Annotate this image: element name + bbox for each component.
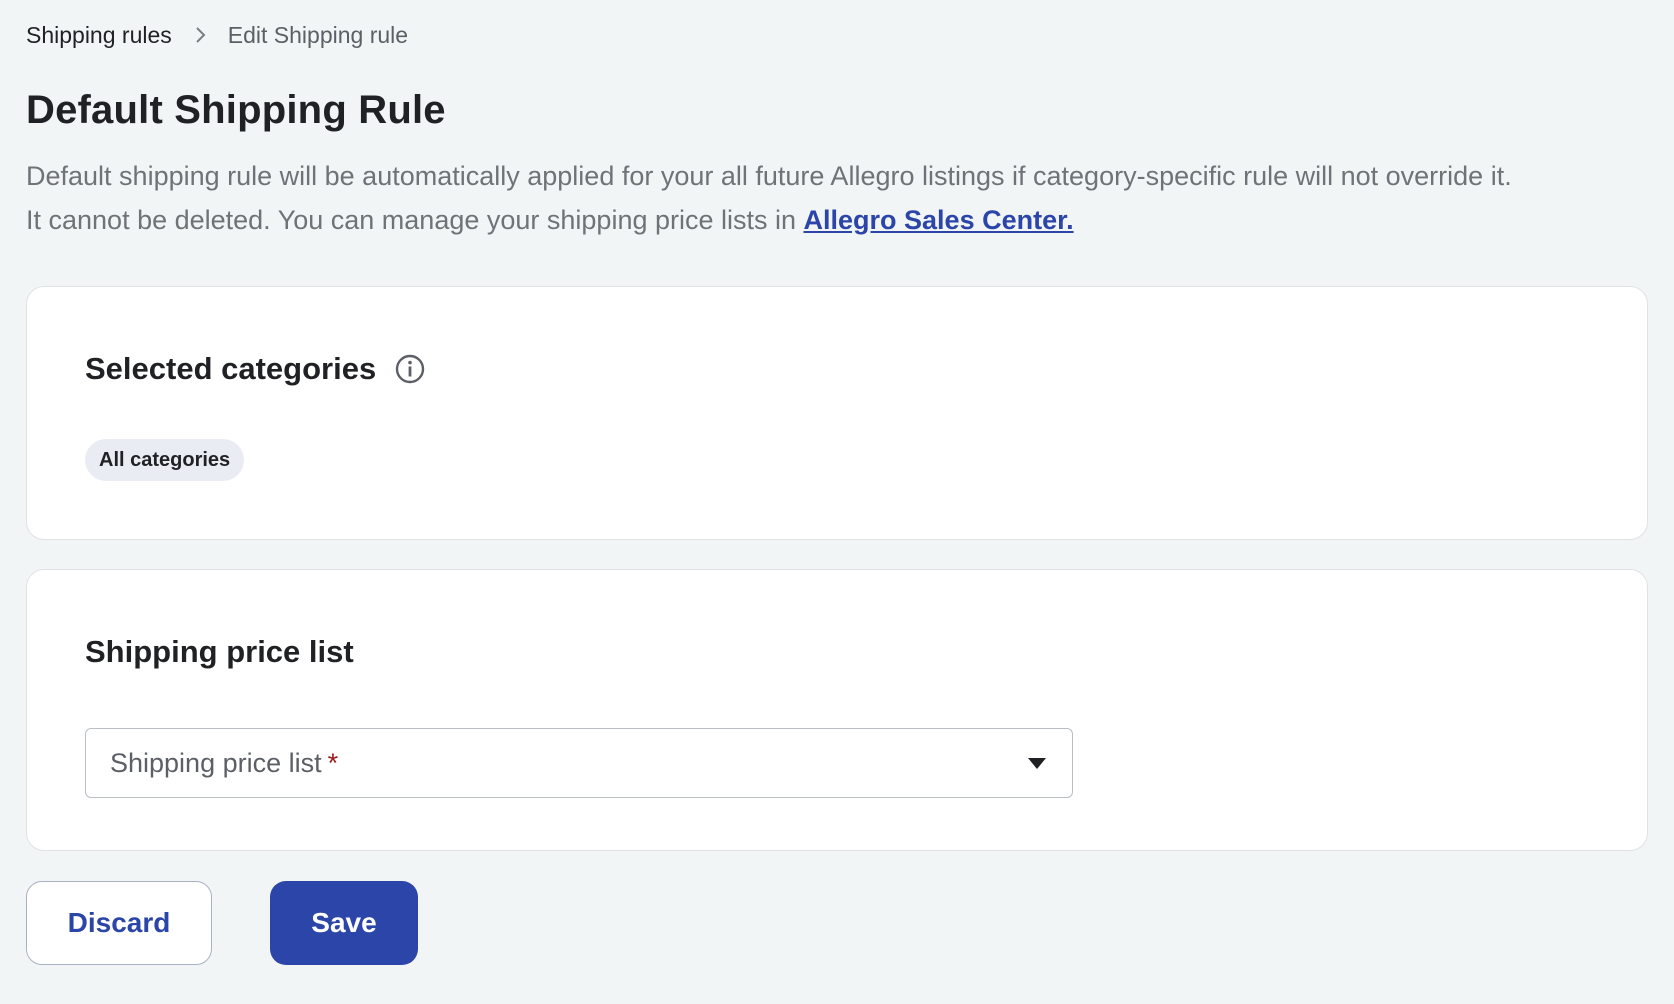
chevron-right-icon bbox=[172, 26, 228, 44]
info-icon[interactable] bbox=[394, 353, 426, 385]
select-placeholder: Shipping price list bbox=[110, 747, 322, 778]
save-button[interactable]: Save bbox=[270, 881, 418, 965]
form-actions: Discard Save bbox=[26, 881, 1648, 965]
required-asterisk: * bbox=[327, 747, 339, 778]
category-chip-all-categories: All categories bbox=[85, 439, 245, 481]
shipping-price-list-select[interactable]: Shipping price list * bbox=[85, 728, 1073, 798]
selected-categories-header: Selected categories bbox=[85, 349, 1589, 389]
edit-shipping-rule-page: Shipping rules Edit Shipping rule Defaul… bbox=[0, 0, 1674, 1004]
page-description: Default shipping rule will be automatica… bbox=[26, 154, 1648, 242]
discard-button[interactable]: Discard bbox=[26, 881, 212, 965]
allegro-sales-center-link[interactable]: Allegro Sales Center. bbox=[804, 205, 1074, 235]
selected-categories-title: Selected categories bbox=[85, 351, 377, 386]
shipping-price-list-title: Shipping price list bbox=[85, 634, 354, 669]
breadcrumb-current: Edit Shipping rule bbox=[227, 21, 409, 48]
breadcrumb-shipping-rules-link[interactable]: Shipping rules bbox=[26, 22, 172, 49]
selected-categories-card: Selected categories All categories bbox=[26, 286, 1648, 540]
shipping-price-list-card: Shipping price list Shipping price list … bbox=[26, 569, 1648, 851]
description-line-2: It cannot be deleted. You can manage you… bbox=[26, 205, 804, 235]
breadcrumb: Shipping rules Edit Shipping rule bbox=[26, 0, 1648, 68]
page-title: Default Shipping Rule bbox=[26, 88, 446, 132]
description-line-1: Default shipping rule will be automatica… bbox=[26, 161, 1512, 191]
caret-down-icon bbox=[1028, 758, 1046, 769]
